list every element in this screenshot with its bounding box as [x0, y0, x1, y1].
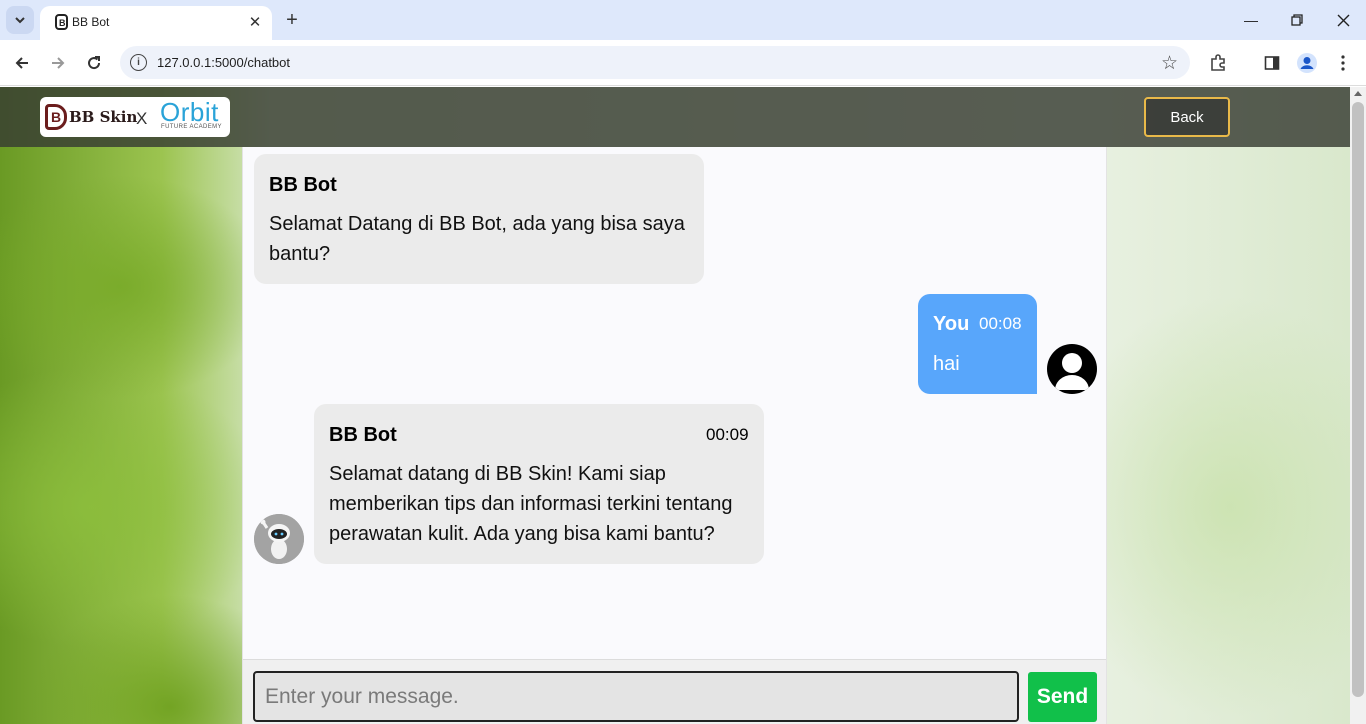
restore-icon[interactable]: [1274, 0, 1320, 40]
message-sender: BB Bot: [269, 174, 337, 196]
chat-window: BB Bot Selamat Datang di BB Bot, ada yan…: [242, 147, 1107, 724]
tab-title: BB Bot: [72, 15, 110, 29]
brand-logo: B BB Skin X Orbit FUTURE ACADEMY: [40, 97, 230, 137]
bot-avatar-icon: [254, 514, 304, 564]
scrollbar-thumb[interactable]: [1352, 102, 1364, 697]
message-time: 00:09: [706, 425, 749, 444]
close-window-icon[interactable]: [1320, 0, 1366, 40]
browser-tab[interactable]: B BB Bot ✕: [40, 6, 272, 40]
logo-orbit-subtitle: FUTURE ACADEMY: [161, 124, 222, 130]
message-sender: BB Bot: [329, 424, 397, 446]
kebab-menu-icon[interactable]: [1328, 48, 1358, 78]
address-bar[interactable]: i 127.0.0.1:5000/chatbot ☆: [120, 46, 1190, 79]
message-time: 00:08: [979, 314, 1022, 333]
message-text: Selamat datang di BB Skin! Kami siap mem…: [329, 463, 733, 545]
message-input[interactable]: [253, 671, 1019, 722]
reload-icon[interactable]: [79, 48, 109, 78]
star-icon[interactable]: ☆: [1161, 52, 1178, 75]
bbskin-logo-icon: B: [45, 104, 67, 130]
bot-message-bubble: BB Bot 00:09 Selamat datang di BB Skin! …: [314, 404, 764, 564]
back-button[interactable]: Back: [1144, 97, 1230, 137]
user-avatar-icon: [1047, 344, 1097, 394]
bbskin-favicon-icon: B: [55, 14, 68, 30]
forward-arrow-icon[interactable]: [43, 48, 73, 78]
page-background: B BB Skin X Orbit FUTURE ACADEMY Back BB…: [0, 87, 1350, 724]
scroll-up-arrow-icon[interactable]: [1354, 91, 1362, 96]
page-scrollbar[interactable]: [1350, 87, 1366, 724]
message-text: Selamat Datang di BB Bot, ada yang bisa …: [269, 213, 685, 265]
logo-x-text: X: [136, 109, 148, 128]
message-text: hai: [933, 353, 960, 375]
extensions-icon[interactable]: [1203, 48, 1233, 78]
send-button[interactable]: Send: [1028, 672, 1097, 722]
message-composer: Send: [243, 659, 1106, 724]
close-icon[interactable]: ✕: [246, 13, 264, 31]
tab-search-button[interactable]: [6, 6, 34, 34]
profile-icon[interactable]: [1292, 48, 1322, 78]
browser-tab-bar: B BB Bot ✕ + —: [0, 0, 1366, 40]
svg-text:B: B: [59, 18, 66, 28]
plus-icon[interactable]: +: [278, 6, 306, 34]
sidebar-icon[interactable]: [1257, 48, 1287, 78]
back-arrow-icon[interactable]: [7, 48, 37, 78]
message-sender: You: [933, 313, 970, 335]
info-icon[interactable]: i: [130, 54, 147, 71]
chevron-down-icon: [15, 17, 25, 24]
user-message-bubble: You 00:08 hai: [918, 294, 1037, 394]
logo-bbskin-text: BB Skin: [69, 108, 138, 126]
minimize-icon[interactable]: —: [1228, 0, 1274, 40]
url-text[interactable]: 127.0.0.1:5000/chatbot: [157, 55, 290, 70]
bot-message-bubble: BB Bot Selamat Datang di BB Bot, ada yan…: [254, 154, 704, 284]
site-header: B BB Skin X Orbit FUTURE ACADEMY Back: [0, 87, 1350, 147]
browser-toolbar: i 127.0.0.1:5000/chatbot ☆: [0, 40, 1366, 86]
